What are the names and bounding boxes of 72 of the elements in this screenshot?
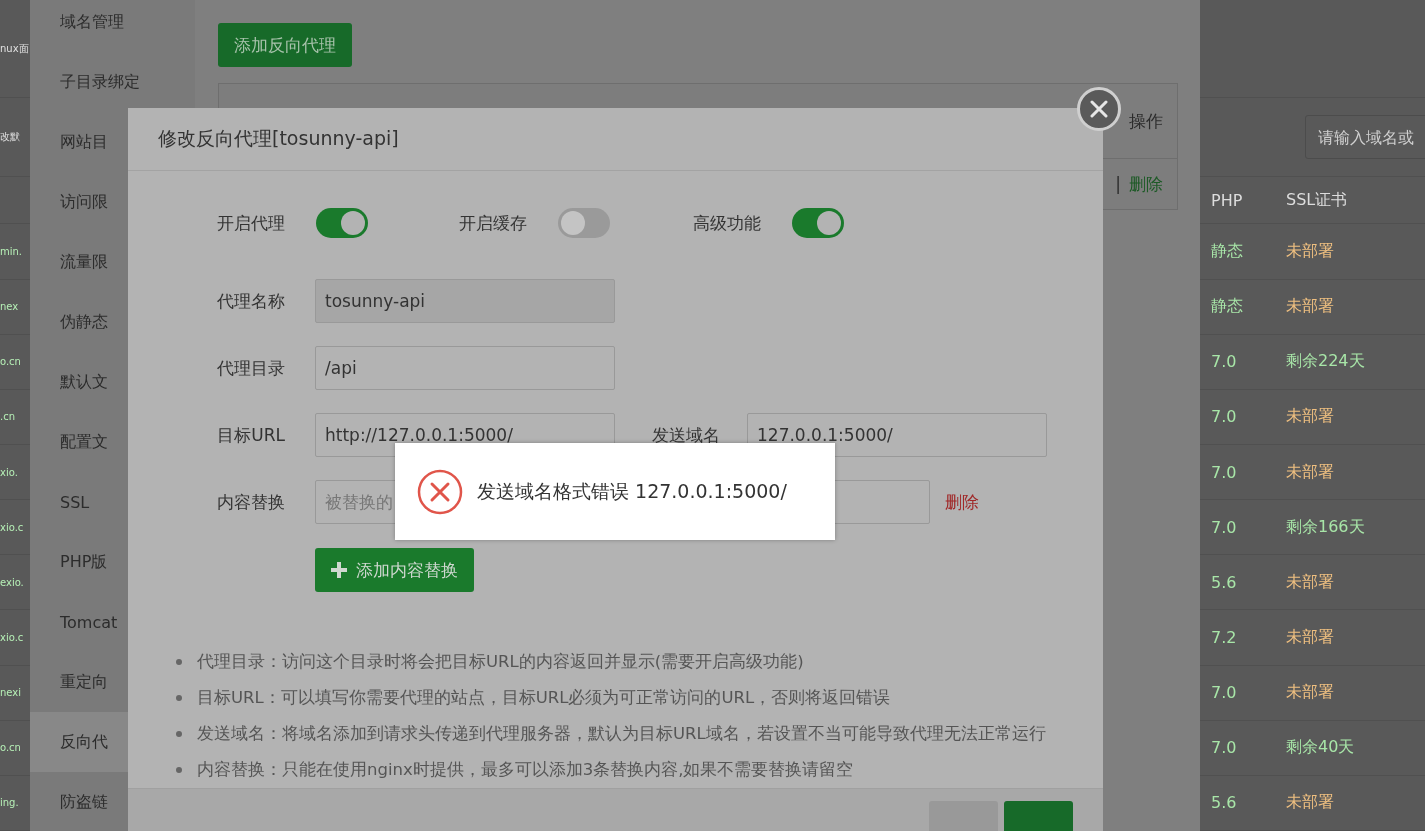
ssl-status: 剩余166天 <box>1286 516 1366 538</box>
toggle-switch[interactable] <box>316 208 368 238</box>
toggle-label: 开启缓存 <box>458 211 527 235</box>
toggle-switch[interactable] <box>792 208 844 238</box>
toggle-switch[interactable] <box>558 208 610 238</box>
domain-fragment: xio.c <box>0 521 24 533</box>
php-version: 7.0 <box>1211 352 1238 372</box>
php-version: 静态 <box>1211 296 1244 318</box>
php-version: 静态 <box>1211 241 1244 263</box>
error-message: 发送域名格式错误 127.0.0.1:5000/ <box>477 478 787 504</box>
tip-text: 内容替换：只能在使用nginx时提供，最多可以添加3条替换内容,如果不需要替换请留空 <box>197 760 854 780</box>
php-version: 5.6 <box>1211 793 1238 813</box>
toggle-label: 高级功能 <box>692 211 761 235</box>
domain-fragment: nux面 <box>0 41 29 56</box>
column-header: PHP <box>1211 190 1244 210</box>
sidebar-item[interactable]: 域名管理 <box>30 0 195 52</box>
sidebar-item[interactable]: 子目录绑定 <box>30 52 195 112</box>
close-icon <box>1090 100 1108 118</box>
bullet-icon <box>176 695 182 701</box>
ssl-status: 未部署 <box>1286 792 1335 814</box>
domain-fragment: .cn <box>0 411 15 423</box>
field-label: 代理目录 <box>216 356 285 380</box>
separator-text: | <box>1115 174 1121 194</box>
delete-link[interactable]: 删除 <box>1129 172 1163 196</box>
ssl-status: 剩余40天 <box>1286 737 1356 759</box>
ssl-status: 未部署 <box>1286 627 1335 649</box>
ssl-status: 未部署 <box>1286 241 1335 263</box>
ssl-status: 未部署 <box>1286 461 1335 483</box>
text-field[interactable]: /api <box>315 346 615 390</box>
php-version: 5.6 <box>1211 572 1238 592</box>
ssl-status: 未部署 <box>1286 571 1335 593</box>
field-label: 代理名称 <box>216 289 285 313</box>
php-version: 7.0 <box>1211 683 1238 703</box>
domain-fragment: o.cn <box>0 356 21 368</box>
add-proxy-button[interactable]: 添加反向代理 <box>218 23 352 67</box>
ssl-status: 未部署 <box>1286 406 1335 428</box>
ssl-status: 未部署 <box>1286 296 1335 318</box>
domain-fragment: 改默 <box>0 130 20 145</box>
bullet-icon <box>176 767 182 773</box>
column-header: SSL证书 <box>1286 189 1349 211</box>
field-label: 目标URL <box>216 423 285 447</box>
tip-text: 目标URL：可以填写你需要代理的站点，目标URL必须为可正常访问的URL，否则将返回错误 <box>197 688 891 708</box>
php-version: 7.0 <box>1211 738 1238 758</box>
domain-fragment: nexi <box>0 687 21 699</box>
search-field[interactable]: 请输入域名或 <box>1305 115 1425 160</box>
ssl-status: 未部署 <box>1286 682 1335 704</box>
php-version: 7.0 <box>1211 462 1238 482</box>
ssl-status: 剩余224天 <box>1286 351 1366 373</box>
domain-fragment: xio.c <box>0 632 24 644</box>
error-icon <box>417 468 463 515</box>
field-label: 内容替换 <box>216 490 285 514</box>
domain-fragment: min. <box>0 246 23 258</box>
php-version: 7.0 <box>1211 517 1238 537</box>
tip-text: 代理目录：访问这个目录时将会把目标URL的内容返回并显示(需要开启高级功能) <box>197 652 804 672</box>
tip-text: 发送域名：将域名添加到请求头传递到代理服务器，默认为目标URL域名，若设置不当可能导致代理无法正常运行 <box>197 724 1046 744</box>
domain-fragment: xio. <box>0 466 18 478</box>
field-label: 发送域名 <box>652 423 721 447</box>
php-version: 7.2 <box>1211 628 1238 648</box>
php-version: 7.0 <box>1211 407 1238 427</box>
bullet-icon <box>176 659 182 665</box>
dialog-title: 修改反向代理[tosunny-api] <box>158 126 399 151</box>
text-field[interactable]: 127.0.0.1:5000/ <box>747 413 1047 457</box>
domain-fragment: nex <box>0 301 19 313</box>
domain-fragment: o.cn <box>0 742 21 754</box>
domain-fragment: exio. <box>0 576 24 588</box>
delete-link[interactable]: 删除 <box>945 490 979 514</box>
toggle-label: 开启代理 <box>216 211 285 235</box>
plus-icon <box>331 562 347 578</box>
column-header: 操作 <box>1129 109 1163 133</box>
domain-fragment: ing. <box>0 797 19 809</box>
bullet-icon <box>176 731 182 737</box>
add-replace-button[interactable]: 添加内容替换 <box>315 548 474 592</box>
